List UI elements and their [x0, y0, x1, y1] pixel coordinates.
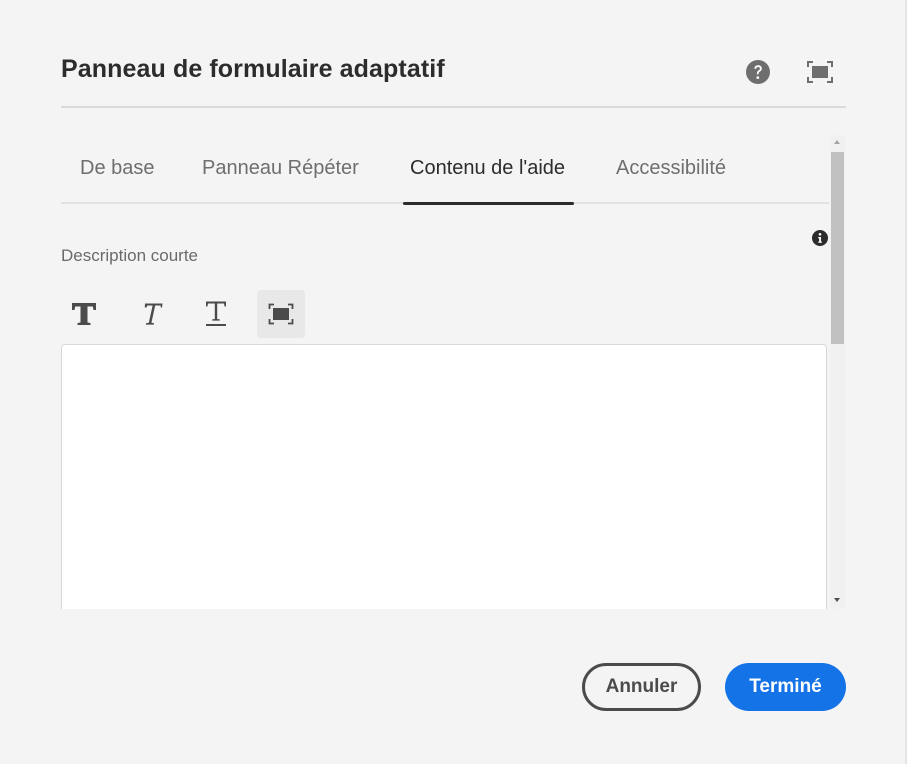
header-divider: [61, 106, 846, 108]
tab-panneau-repeter[interactable]: Panneau Répéter: [202, 157, 359, 180]
scroll-down-icon[interactable]: [834, 598, 840, 602]
scroll-thumb[interactable]: [831, 152, 844, 344]
field-label: Description courte: [61, 246, 199, 265]
tab-list: De base Panneau Répéter Contenu de l'aid…: [61, 135, 829, 205]
help-icon: [746, 60, 770, 84]
fullscreen-button[interactable]: [805, 57, 835, 87]
scroll-up-icon[interactable]: [834, 140, 840, 144]
fullscreen-icon: [268, 303, 294, 325]
cancel-button[interactable]: Annuler: [582, 663, 701, 711]
italic-button[interactable]: [127, 290, 175, 338]
dialog-content: De base Panneau Répéter Contenu de l'aid…: [61, 135, 845, 609]
bold-button[interactable]: [61, 290, 108, 338]
active-tab-indicator: [403, 202, 574, 205]
tab-de-base[interactable]: De base: [80, 157, 155, 180]
italic-icon: [144, 303, 163, 325]
underline-icon: [206, 301, 226, 326]
vertical-scrollbar[interactable]: [830, 135, 845, 609]
expand-editor-button[interactable]: [257, 290, 305, 338]
dialog-title: Panneau de formulaire adaptatif: [61, 55, 445, 83]
info-icon[interactable]: [812, 230, 828, 246]
bold-icon: [72, 303, 96, 325]
tab-contenu-aide[interactable]: Contenu de l'aide: [410, 157, 565, 180]
rich-text-editor[interactable]: [61, 344, 827, 609]
help-button[interactable]: [743, 57, 773, 87]
done-button[interactable]: Terminé: [725, 663, 846, 711]
fullscreen-icon: [807, 61, 833, 83]
tab-accessibilite[interactable]: Accessibilité: [616, 157, 726, 180]
underline-button[interactable]: [192, 290, 240, 338]
